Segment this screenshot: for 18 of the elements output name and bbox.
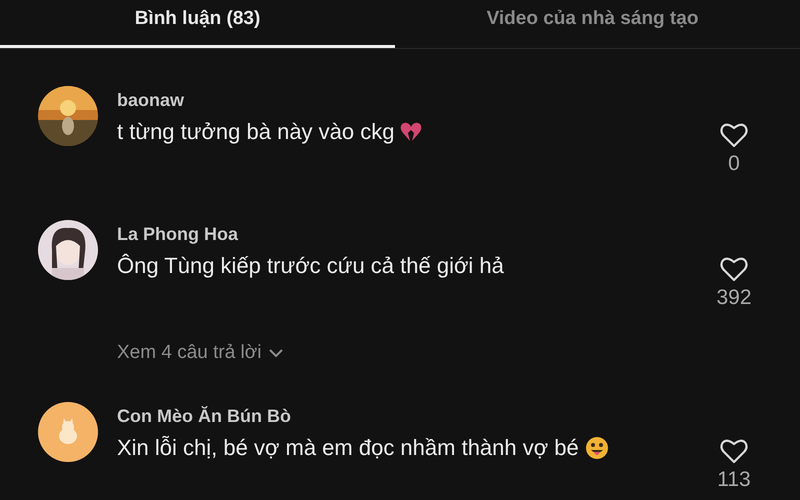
comment-text: Ông Tùng kiếp trước cứu cả thế giới hả [117,253,504,279]
heart-icon[interactable] [720,256,748,282]
like-count: 0 [728,152,740,176]
like-count: 113 [717,468,751,492]
broken-heart-icon [400,122,422,142]
comment-text: Xin lỗi chị, bé vợ mà em đọc nhầm thành vợ bé [117,435,579,461]
like-count: 392 [716,286,752,310]
username[interactable]: Con Mèo Ăn Bún Bò [117,406,714,427]
heart-icon[interactable] [720,438,748,464]
tab[interactable]: Video của nhà sáng tạo [395,0,790,48]
heart-icon[interactable] [720,122,748,148]
tongue-face-icon [584,436,609,460]
chevron-down-icon [269,348,284,358]
view-replies-link[interactable]: Xem 4 câu trả lời [117,342,284,364]
comment-text: t từng tưởng bà này vào ckg [117,119,394,145]
tab[interactable]: Bình luận (83) [0,0,395,48]
username[interactable]: La Phong Hoa [117,224,714,245]
username[interactable]: baonaw [117,90,714,111]
